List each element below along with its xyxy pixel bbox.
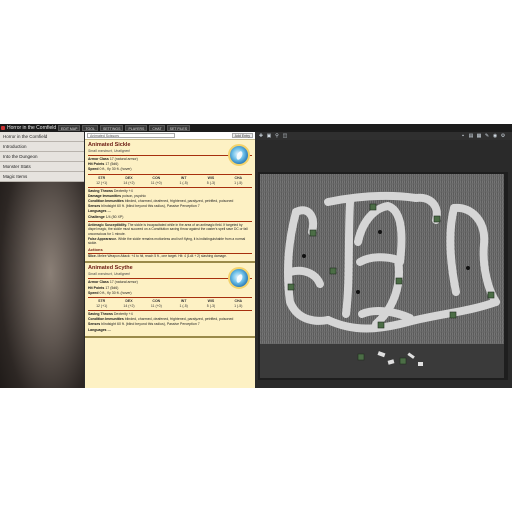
speed: Speed 0 ft., fly 30 ft. (hover) — [88, 167, 132, 172]
speed: Speed 0 ft., fly 30 ft. (hover) — [88, 290, 132, 295]
map-token[interactable] — [433, 215, 441, 223]
map-token[interactable] — [287, 283, 295, 291]
challenge: Challenge 1/4 (50 XP) — [88, 214, 124, 219]
draw-icon[interactable]: ✎ — [484, 133, 490, 139]
action-slice: Slice. Melee Weapon Attack: +4 to hit, r… — [88, 253, 227, 258]
select-icon[interactable]: ✚ — [258, 133, 264, 139]
measure-icon[interactable]: ◫ — [282, 133, 288, 139]
ability-int: INT 1 (-5) — [179, 299, 188, 308]
languages: Languages — — [88, 327, 111, 332]
divider — [88, 310, 252, 311]
ability-str: STR 12 (+1) — [96, 299, 108, 308]
nav-item-introduction[interactable]: Introduction — [0, 142, 84, 152]
trait-antimagic: Antimagic Susceptibility. The sickle is … — [88, 222, 248, 237]
tab-players[interactable]: PLAYERS — [125, 125, 148, 131]
monster-token-icon[interactable] — [228, 144, 250, 166]
ability-cha: CHA 1 (-5) — [234, 299, 243, 308]
ability-con: CON 11 (+0) — [150, 175, 162, 185]
divider — [88, 186, 252, 188]
map-toolbar: ✚ ▣ ⚲ ◫ ▪ ▤ ▦ ✎ ◉ ⚙ — [255, 132, 512, 140]
token-icon[interactable]: ▪ — [460, 133, 466, 139]
map-token[interactable] — [487, 291, 495, 299]
map-token[interactable] — [357, 353, 365, 361]
map-token[interactable] — [309, 229, 317, 237]
gear-icon[interactable]: ⚙ — [500, 133, 506, 139]
ability-dex: DEX 14 (+2) — [123, 175, 135, 185]
nav-item-adventure[interactable]: Horror in the Cornfield — [0, 132, 84, 142]
nav-item-monster-stats[interactable]: Monster Stats — [0, 162, 84, 172]
actions-heading: Actions — [88, 247, 252, 254]
ability-str: STR 12 (+1) — [96, 175, 108, 185]
tab-tool[interactable]: TOOL — [82, 125, 98, 131]
divider — [88, 220, 252, 222]
map-token[interactable] — [449, 311, 457, 319]
statblock-animated-sickle: Animated Sickle Small construct, Unalign… — [85, 140, 255, 264]
ability-con: CON 11 (+0) — [150, 299, 162, 308]
app-window: Horror in the Cornfield EDIT MAP TOOL SE… — [0, 124, 512, 388]
top-bar: Horror in the Cornfield EDIT MAP TOOL SE… — [0, 124, 512, 132]
tab-edit-map[interactable]: EDIT MAP — [58, 125, 81, 131]
map-token[interactable] — [377, 321, 385, 329]
ability-wis: WIS 5 (-3) — [206, 175, 216, 185]
top-tabs: EDIT MAP TOOL SETTINGS PLAYERS CHAT SET … — [58, 125, 191, 131]
nav-item-magic-items[interactable]: Magic Items — [0, 172, 84, 182]
eye-icon[interactable]: ◉ — [492, 133, 498, 139]
tab-chat[interactable]: CHAT — [149, 125, 165, 131]
ability-scores: STR 12 (+1) DEX 14 (+2) CON 11 (+0) INT 1 (-… — [88, 176, 252, 186]
tab-settings[interactable]: SETTINGS — [99, 125, 124, 131]
adventure-title: Horror in the Cornfield — [7, 125, 57, 131]
add-entry-button[interactable]: Add Entry — [231, 133, 253, 138]
cornfield-map[interactable] — [258, 172, 508, 380]
ability-int: INT 1 (-5) — [179, 175, 188, 185]
map-token[interactable] — [329, 267, 337, 275]
image-icon[interactable]: ▤ — [468, 133, 474, 139]
tab-set-files[interactable]: SET FILES — [166, 125, 191, 131]
ability-scores: STR 12 (+1) DEX 14 (+2) CON 11 (+0) INT 1 (-… — [88, 299, 252, 309]
divider — [88, 297, 252, 298]
layers-icon[interactable]: ▣ — [266, 133, 272, 139]
monster-name: Animated Sickle — [88, 142, 131, 148]
monster-name: Animated Scythe — [88, 265, 133, 272]
map-token[interactable] — [395, 277, 403, 285]
chapter-sidebar: Horror in the Cornfield Introduction Int… — [0, 132, 84, 388]
trait-false-appearance: False Appearance. While the sickle remai… — [88, 236, 246, 246]
search-input[interactable]: Animated Scissors — [87, 133, 175, 138]
grid-icon[interactable]: ▦ — [476, 133, 482, 139]
map-token[interactable] — [369, 203, 377, 211]
barnyard — [260, 344, 504, 378]
battle-map-area: ✚ ▣ ⚲ ◫ ▪ ▤ ▦ ✎ ◉ ⚙ — [255, 132, 512, 388]
map-token[interactable] — [399, 357, 407, 365]
divider — [88, 173, 252, 175]
statblock-panel: Animated Scissors Add Entry Animated Sic… — [85, 132, 255, 388]
panel-toolbar: Animated Scissors Add Entry — [85, 132, 255, 140]
ability-cha: CHA 1 (-5) — [234, 175, 243, 185]
nav-item-into-the-dungeon[interactable]: Into the Dungeon — [0, 152, 84, 162]
statblock-animated-scythe: Animated Scythe Small construct, Unalign… — [85, 263, 255, 338]
zoom-icon[interactable]: ⚲ — [274, 133, 280, 139]
app-logo-icon — [1, 126, 5, 130]
ability-wis: WIS 5 (-3) — [206, 299, 216, 308]
ability-dex: DEX 14 (+2) — [123, 299, 135, 308]
